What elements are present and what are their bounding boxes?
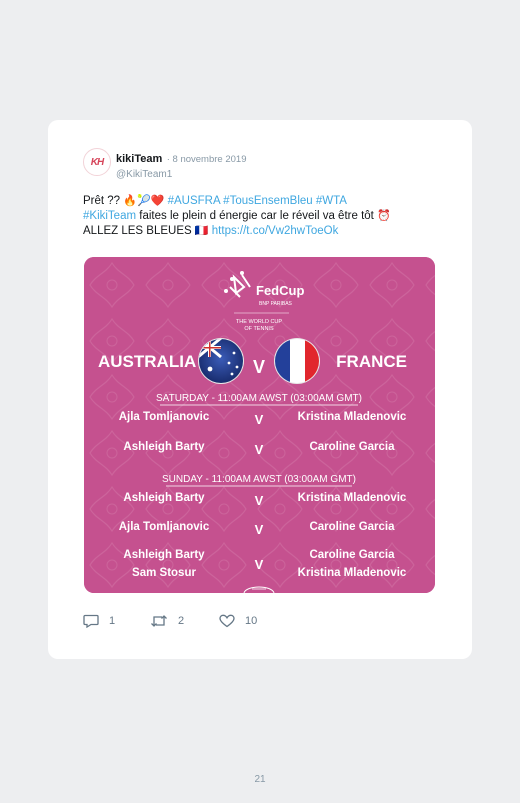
- sponsor-text: BNP PARIBAS: [259, 301, 293, 307]
- sat-match2-right: Caroline Garcia: [309, 441, 395, 453]
- sun-match1-right: Kristina Mladenovic: [298, 492, 407, 504]
- reply-count: 1: [109, 615, 116, 627]
- alarm-clock-emoji: ⏰: [377, 210, 391, 222]
- saturday-header: SATURDAY - 11:00AM AWST (03:00AM GMT): [156, 393, 362, 404]
- retweet-icon: [151, 615, 167, 627]
- author-info: kikiTeam · 8 novembre 2019 @KikiTeam1: [116, 149, 246, 180]
- versus-main: V: [253, 357, 265, 377]
- sun-match2-versus: V: [255, 522, 264, 537]
- doubles-right-1: Caroline Garcia: [309, 549, 395, 561]
- doubles-left-2: Sam Stosur: [132, 567, 196, 579]
- hashtag-kikiteam[interactable]: #KikiTeam: [83, 210, 136, 222]
- page-number: 21: [254, 774, 266, 785]
- sat-match2-versus: V: [255, 442, 264, 457]
- australia-flag-icon: [198, 338, 244, 384]
- reply-button[interactable]: 1: [83, 614, 115, 628]
- text-middle: faites le plein d énergie car le réveil …: [136, 210, 378, 222]
- sat-match1-left: Ajla Tomljanovic: [119, 411, 210, 423]
- avatar[interactable]: KH: [83, 148, 111, 176]
- like-count: 10: [245, 615, 258, 627]
- sat-match1-versus: V: [255, 412, 264, 427]
- tweet-text: Prêt ?? 🔥🎾❤️ #AUSFRA #TousEnsemBleu #WTA…: [83, 194, 453, 239]
- tagline-2: OF TENNIS: [244, 326, 274, 332]
- sat-match2-left: Ashleigh Barty: [123, 441, 205, 453]
- sun-match1-left: Ashleigh Barty: [123, 492, 205, 504]
- tweet-date[interactable]: · 8 novembre 2019: [167, 154, 247, 165]
- doubles-left-1: Ashleigh Barty: [123, 549, 205, 561]
- tweet-link[interactable]: https://t.co/Vw2hwToeOk: [212, 225, 339, 237]
- reply-icon: [83, 614, 99, 628]
- sun-match1-versus: V: [255, 493, 264, 508]
- like-button[interactable]: 10: [219, 614, 257, 628]
- sunday-header: SUNDAY - 11:00AM AWST (03:00AM GMT): [162, 474, 356, 485]
- fire-tennis-heart-emoji: 🔥🎾❤️: [123, 195, 165, 207]
- fedcup-graphic: FedCup BNP PARIBAS THE WORLD CUP OF TENN…: [84, 257, 435, 593]
- retweet-button[interactable]: 2: [150, 614, 184, 628]
- team-right: FRANCE: [336, 352, 407, 371]
- france-flag-emoji: 🇫🇷: [194, 225, 209, 237]
- display-name[interactable]: kikiTeam: [116, 153, 162, 165]
- tweet-card: KH kikiTeam · 8 novembre 2019 @KikiTeam1…: [48, 120, 472, 659]
- tagline-1: THE WORLD CUP: [236, 319, 282, 325]
- handle[interactable]: @KikiTeam1: [116, 169, 246, 180]
- text-prefix: Prêt ??: [83, 195, 124, 207]
- fedcup-brand: FedCup: [256, 283, 304, 298]
- doubles-versus: V: [255, 557, 264, 572]
- doubles-right-2: Kristina Mladenovic: [298, 567, 407, 579]
- sun-match2-left: Ajla Tomljanovic: [119, 521, 210, 533]
- text-line3: ALLEZ LES BLEUES: [83, 225, 195, 237]
- heart-icon: [219, 614, 235, 628]
- sun-match2-right: Caroline Garcia: [309, 521, 395, 533]
- hashtags-line1[interactable]: #AUSFRA #TousEnsemBleu #WTA: [164, 195, 347, 207]
- tweet-media-image[interactable]: FedCup BNP PARIBAS THE WORLD CUP OF TENN…: [84, 257, 435, 593]
- retweet-count: 2: [178, 615, 185, 627]
- team-left: AUSTRALIA: [98, 352, 196, 371]
- sat-match1-right: Kristina Mladenovic: [298, 411, 407, 423]
